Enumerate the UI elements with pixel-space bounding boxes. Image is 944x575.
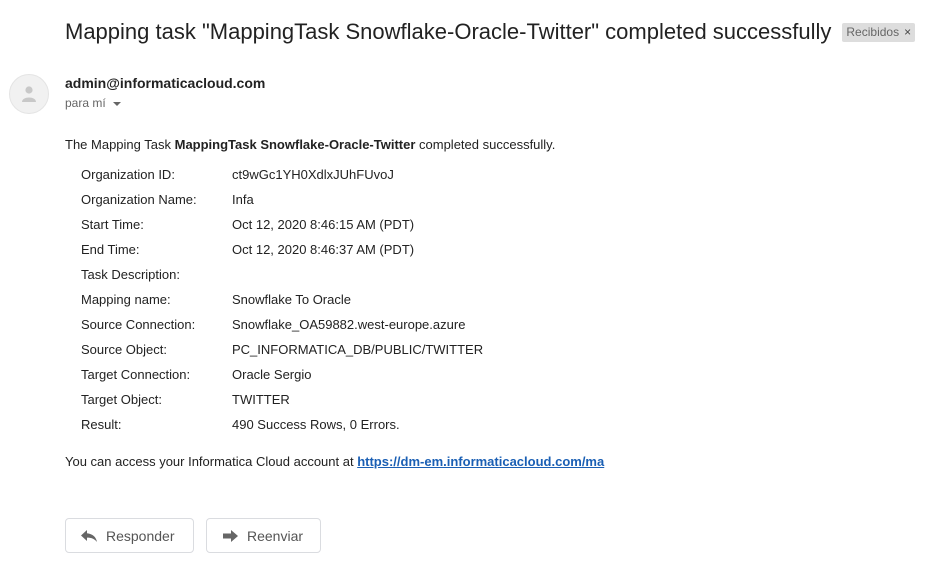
detail-value: Snowflake To Oracle [232,292,351,307]
remove-label-icon[interactable]: × [904,25,911,39]
detail-value: Snowflake_OA59882.west-europe.azure [232,317,466,332]
intro-suffix: completed successfully. [415,137,556,152]
detail-value: PC_INFORMATICA_DB/PUBLIC/TWITTER [232,342,484,357]
detail-label: Organization ID: [81,167,175,182]
detail-label: Source Object: [81,342,167,357]
informatica-cloud-link[interactable]: https://dm-em.informaticacloud.com/ma [357,454,604,469]
email-header: Mapping task "MappingTask Snowflake-Orac… [65,16,916,48]
detail-label: Source Connection: [81,317,196,332]
reply-arrow-icon [81,529,97,542]
caret-down-icon [112,101,121,106]
inbox-label-chip[interactable]: Recibidos × [842,22,916,42]
detail-label: Start Time: [81,217,144,232]
email-subject: Mapping task "MappingTask Snowflake-Orac… [65,19,832,44]
intro-task-name: MappingTask Snowflake-Oracle-Twitter [174,137,416,152]
reply-button-label: Responder [106,527,175,544]
forward-button-label: Reenviar [247,527,304,544]
reply-button[interactable]: Responder [65,518,194,553]
detail-label: Organization Name: [81,192,197,207]
detail-value: 490 Success Rows, 0 Errors. [232,417,400,432]
person-icon [22,86,36,102]
detail-value: TWITTER [232,392,290,407]
recipient-label: para mí [65,96,106,110]
detail-label: Mapping name: [81,292,171,307]
detail-label: End Time: [81,242,140,257]
intro-prefix: The Mapping Task [65,137,175,152]
forward-arrow-icon [223,529,238,542]
detail-value: ct9wGc1YH0XdlxJUhFUvoJ [232,167,394,182]
detail-value: Oct 12, 2020 8:46:37 AM (PDT) [232,242,415,257]
detail-label: Target Object: [81,392,162,407]
inbox-label-text: Recibidos [846,24,900,39]
detail-value: Oracle Sergio [232,367,312,382]
detail-label: Task Description: [81,267,180,282]
detail-value: Oct 12, 2020 8:46:15 AM (PDT) [232,217,415,232]
email-footer: You can access your Informatica Cloud ac… [65,454,604,469]
detail-label: Result: [81,417,122,432]
recipient-menu[interactable]: para mí [65,96,121,110]
forward-button[interactable]: Reenviar [206,518,321,553]
detail-label: Target Connection: [81,367,191,382]
detail-value: Infa [232,192,254,207]
sender-avatar[interactable] [9,74,49,114]
footer-text: You can access your Informatica Cloud ac… [65,454,358,469]
email-intro: The Mapping Task MappingTask Snowflake-O… [65,137,555,152]
sender-address[interactable]: admin@informaticacloud.com [65,75,265,91]
